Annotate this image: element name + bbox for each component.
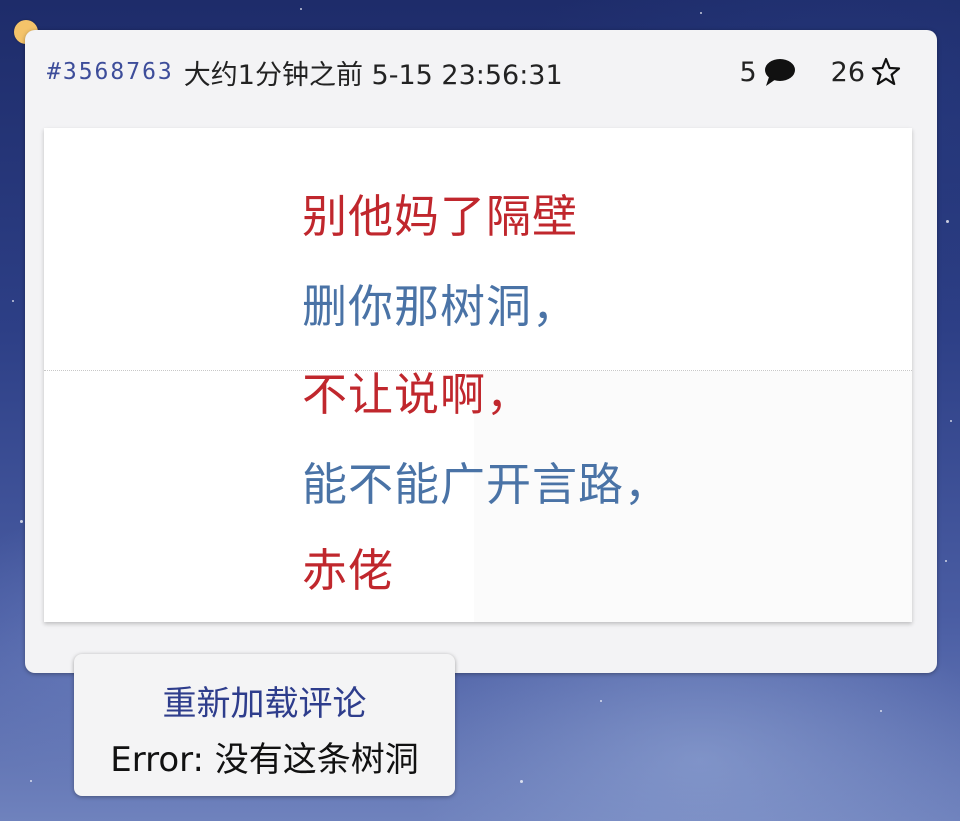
reply-count: 5: [739, 56, 757, 88]
image-text-line-5: 赤佬: [302, 544, 395, 597]
post-stats: 5 26: [739, 57, 901, 88]
post-card[interactable]: #3568763 大约1分钟之前 5-15 23:56:31 5 26 别他妈了…: [25, 30, 937, 673]
comments-reload-panel: 重新加载评论 Error: 没有这条树洞: [74, 654, 455, 796]
like-count-stat[interactable]: 26: [831, 57, 901, 88]
post-image[interactable]: 别他妈了隔壁 删你那树洞， 不让说啊， 能不能广开言路， 赤佬: [44, 128, 912, 622]
reply-count-stat: 5: [739, 57, 796, 88]
reload-comments-button[interactable]: 重新加载评论: [74, 676, 455, 725]
star-icon[interactable]: [871, 57, 901, 87]
speech-bubble-icon: [763, 57, 797, 87]
post-id[interactable]: #3568763: [47, 59, 174, 85]
image-text-line-3: 不让说啊，: [302, 368, 533, 421]
image-text-line-4: 能不能广开言路，: [302, 458, 671, 511]
post-header: #3568763 大约1分钟之前 5-15 23:56:31 5 26: [47, 52, 901, 92]
like-count: 26: [830, 56, 865, 88]
image-text-line-1: 别他妈了隔壁: [302, 190, 579, 243]
image-text-line-2: 删你那树洞，: [302, 280, 579, 333]
post-time: 大约1分钟之前 5-15 23:56:31: [183, 59, 563, 91]
comments-error-message: Error: 没有这条树洞: [110, 740, 419, 780]
